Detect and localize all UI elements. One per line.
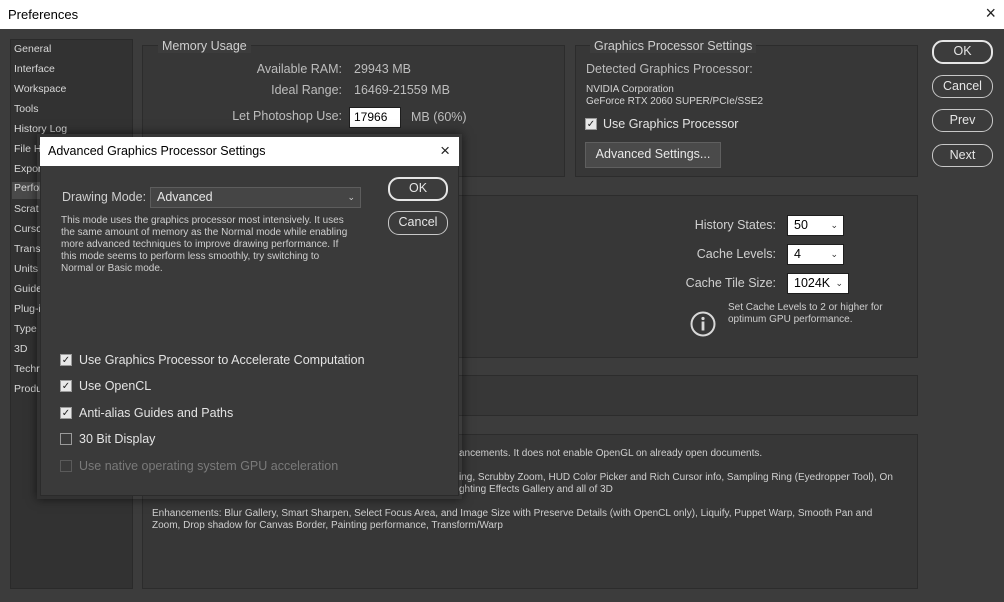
30-bit-display-checkbox[interactable] bbox=[60, 433, 72, 445]
window-title-bar: Preferences × bbox=[0, 0, 1004, 29]
close-icon[interactable]: × bbox=[985, 4, 996, 22]
modal-title: Advanced Graphics Processor Settings bbox=[48, 144, 266, 158]
sidebar-item-units[interactable]: Units bbox=[14, 263, 38, 275]
sidebar-item-technology-previews[interactable]: Techr bbox=[14, 363, 40, 375]
let-photoshop-use-label: Let Photoshop Use: bbox=[232, 109, 342, 123]
chevron-down-icon: ⌄ bbox=[830, 220, 838, 230]
cache-info-line-1: Set Cache Levels to 2 or higher for bbox=[728, 302, 883, 313]
mode-description-line-2: the same amount of memory as the Normal … bbox=[61, 227, 348, 238]
let-photoshop-use-suffix: MB (60%) bbox=[411, 110, 467, 124]
info-icon bbox=[690, 311, 716, 337]
description-line-5: Zoom, Drop shadow for Canvas Border, Pai… bbox=[152, 520, 503, 531]
native-gpu-acceleration-label: Use native operating system GPU accelera… bbox=[79, 459, 339, 473]
accelerate-computation-label: Use Graphics Processor to Accelerate Com… bbox=[79, 353, 365, 367]
sidebar-item-3d[interactable]: 3D bbox=[14, 343, 27, 355]
cache-tile-size-value: 1024K bbox=[794, 276, 831, 290]
modal-cancel-button[interactable]: Cancel bbox=[388, 211, 448, 235]
detected-gpu-label: Detected Graphics Processor: bbox=[586, 62, 753, 76]
chevron-down-icon: ⌄ bbox=[830, 249, 838, 259]
modal-ok-button[interactable]: OK bbox=[388, 177, 448, 201]
sidebar-item-tools[interactable]: Tools bbox=[14, 103, 39, 115]
modal-title-bar: Advanced Graphics Processor Settings × bbox=[40, 137, 459, 166]
let-photoshop-use-input[interactable]: 17966 bbox=[349, 107, 401, 128]
cache-levels-label: Cache Levels: bbox=[696, 247, 776, 261]
accelerate-computation-checkbox[interactable]: ✓ bbox=[60, 354, 72, 366]
mode-description-line-1: This mode uses the graphics processor mo… bbox=[61, 215, 344, 226]
use-opencl-label: Use OpenCL bbox=[79, 379, 152, 393]
drawing-mode-label: Drawing Mode: bbox=[62, 190, 147, 204]
use-gpu-checkbox[interactable]: ✓ bbox=[585, 118, 597, 130]
30-bit-display-label: 30 Bit Display bbox=[79, 432, 156, 446]
sidebar-item-scratch-disks[interactable]: Scrat bbox=[14, 203, 39, 215]
sidebar-item-type[interactable]: Type bbox=[14, 323, 37, 335]
anti-alias-label: Anti-alias Guides and Paths bbox=[79, 406, 234, 420]
available-ram-label: Available RAM: bbox=[256, 62, 342, 76]
mode-description-line-5: Normal or Basic mode. bbox=[61, 263, 163, 274]
drawing-mode-select[interactable]: Advanced ⌄ bbox=[150, 187, 361, 208]
cancel-button[interactable]: Cancel bbox=[932, 75, 993, 98]
history-states-value: 50 bbox=[794, 218, 808, 232]
next-button[interactable]: Next bbox=[932, 144, 993, 167]
close-icon[interactable]: × bbox=[440, 141, 450, 161]
sidebar-item-general[interactable]: General bbox=[14, 43, 51, 55]
cache-tile-size-label: Cache Tile Size: bbox=[685, 276, 776, 290]
chevron-down-icon: ⌄ bbox=[835, 278, 843, 288]
history-states-label: History States: bbox=[694, 218, 776, 232]
available-ram-value: 29943 MB bbox=[354, 62, 411, 76]
anti-alias-checkbox[interactable]: ✓ bbox=[60, 407, 72, 419]
gpu-model: GeForce RTX 2060 SUPER/PCIe/SSE2 bbox=[586, 96, 764, 107]
mode-description-line-3: more advanced techniques to improve draw… bbox=[61, 239, 339, 250]
native-gpu-acceleration-checkbox bbox=[60, 460, 72, 472]
use-opencl-checkbox[interactable]: ✓ bbox=[60, 380, 72, 392]
drawing-mode-value: Advanced bbox=[157, 190, 213, 204]
gpu-vendor: NVIDIA Corporation bbox=[586, 84, 674, 95]
mode-description-line-4: this mode seems to perform less smoothly… bbox=[61, 251, 320, 262]
use-gpu-label: Use Graphics Processor bbox=[603, 117, 739, 131]
description-line-4: Enhancements: Blur Gallery, Smart Sharpe… bbox=[152, 508, 873, 519]
cache-tile-size-select[interactable]: 1024K ⌄ bbox=[787, 273, 849, 294]
ok-button[interactable]: OK bbox=[932, 40, 993, 64]
advanced-settings-button[interactable]: Advanced Settings... bbox=[585, 142, 721, 168]
memory-usage-title: Memory Usage bbox=[158, 39, 251, 53]
cache-levels-select[interactable]: 4 ⌄ bbox=[787, 244, 844, 265]
prev-button[interactable]: Prev bbox=[932, 109, 993, 132]
description-line-2: ing, Scrubby Zoom, HUD Color Picker and … bbox=[459, 472, 893, 483]
sidebar-item-interface[interactable]: Interface bbox=[14, 63, 55, 75]
description-line-3: ghting Effects Gallery and all of 3D bbox=[459, 484, 613, 495]
description-line-1: ancements. It does not enable OpenGL on … bbox=[459, 448, 763, 459]
cache-info-line-2: optimum GPU performance. bbox=[728, 314, 853, 325]
history-states-select[interactable]: 50 ⌄ bbox=[787, 215, 844, 236]
gpu-settings-title: Graphics Processor Settings bbox=[590, 39, 757, 53]
ideal-range-label: Ideal Range: bbox=[271, 83, 342, 97]
chevron-down-icon: ⌄ bbox=[347, 192, 355, 202]
cache-levels-value: 4 bbox=[794, 247, 801, 261]
ideal-range-value: 16469-21559 MB bbox=[354, 83, 450, 97]
sidebar-item-workspace[interactable]: Workspace bbox=[14, 83, 66, 95]
window-title: Preferences bbox=[8, 7, 79, 22]
